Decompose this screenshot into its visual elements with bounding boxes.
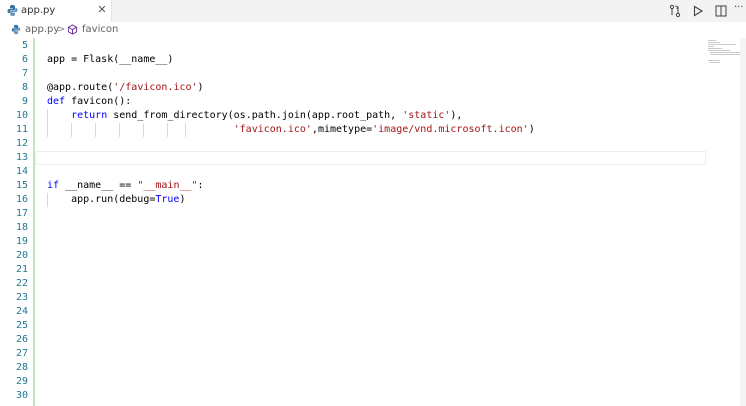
line-number: 21 <box>15 264 28 275</box>
string-token: 'image/vnd.microsoft.icon' <box>372 124 529 135</box>
code-line[interactable]: 13 <box>0 151 706 165</box>
code-line[interactable]: 28 <box>0 361 706 375</box>
code-line[interactable]: 16 app.run(debug=True) <box>0 193 706 207</box>
code-line[interactable]: 24 <box>0 305 706 319</box>
code-line[interactable]: 18 <box>0 221 706 235</box>
code-line[interactable]: 12 <box>0 137 706 151</box>
minimap-line <box>710 62 720 63</box>
code-line[interactable]: 21 <box>0 263 706 277</box>
more-actions-icon[interactable]: ··· <box>734 0 746 16</box>
line-number: 29 <box>15 376 28 387</box>
minimap-line <box>708 48 722 49</box>
code-line[interactable]: 19 <box>0 235 706 249</box>
code-line[interactable]: 5 <box>0 39 706 53</box>
keyword-token: return <box>71 110 108 121</box>
keyword-token: if <box>47 180 60 191</box>
line-number: 11 <box>15 124 28 135</box>
line-number: 27 <box>15 348 28 359</box>
line-number: 5 <box>21 40 28 51</box>
string-token: 'favicon.ico' <box>233 124 312 135</box>
code-line[interactable]: 10 return send_from_directory(os.path.jo… <box>0 109 706 123</box>
line-number: 24 <box>15 306 28 317</box>
line-number: 28 <box>15 362 28 373</box>
code-text: @app.route('/favicon.ico') <box>47 82 204 93</box>
code-line[interactable]: 30 <box>0 389 706 403</box>
line-number: 15 <box>15 180 28 191</box>
line-number: 12 <box>15 138 28 149</box>
close-icon[interactable]: ✕ <box>96 3 108 17</box>
minimap-line <box>708 40 716 41</box>
code-line[interactable]: 17 <box>0 207 706 221</box>
string-token: '/favicon.ico' <box>113 82 198 93</box>
python-file-icon <box>7 5 18 16</box>
code-text: def favicon(): <box>47 96 132 107</box>
minimap-line <box>710 52 740 53</box>
line-number: 18 <box>15 222 28 233</box>
code-line[interactable]: 9 def favicon(): <box>0 95 706 109</box>
source-control-compare-icon[interactable] <box>668 3 684 19</box>
code-line[interactable]: 25 <box>0 319 706 333</box>
code-text: app.run(debug=True) <box>47 194 186 205</box>
line-number: 13 <box>15 152 28 163</box>
line-number: 8 <box>21 82 28 93</box>
line-number: 7 <box>21 68 28 79</box>
minimap-line <box>708 42 720 43</box>
line-number: 17 <box>15 208 28 219</box>
line-number: 26 <box>15 334 28 345</box>
string-token: 'static' <box>402 110 451 121</box>
keyword-token: True <box>155 194 180 205</box>
tab-label: app.py <box>21 5 56 16</box>
code-text: if __name__ == "__main__": <box>47 180 204 191</box>
code-line[interactable]: 15 if __name__ == "__main__": <box>0 179 706 193</box>
code-text: return send_from_directory(os.path.join(… <box>71 110 463 121</box>
line-number: 19 <box>15 236 28 247</box>
code-text: app = Flask(__name__) <box>47 54 174 65</box>
breadcrumb-separator: > <box>57 24 66 35</box>
code-line[interactable]: 7 <box>0 67 706 81</box>
editor-window: app.py ✕ ··· app.py > favicon 5 6 app = … <box>0 0 746 406</box>
symbol-method-icon <box>67 24 78 35</box>
minimap-line <box>708 46 714 47</box>
line-number: 30 <box>15 390 28 401</box>
code-line[interactable]: 6 app = Flask(__name__) <box>0 53 706 67</box>
line-number: 16 <box>15 194 28 205</box>
code-line[interactable]: 20 <box>0 249 706 263</box>
python-file-icon <box>11 24 21 35</box>
code-line[interactable]: 26 <box>0 333 706 347</box>
breadcrumb: app.py > favicon <box>0 22 746 38</box>
line-number: 25 <box>15 320 28 331</box>
line-number: 20 <box>15 250 28 261</box>
tab-app-py[interactable]: app.py ✕ <box>0 0 112 22</box>
minimap-line <box>710 54 740 55</box>
tab-bar: app.py ✕ ··· <box>0 0 746 22</box>
code-line[interactable]: 8 @app.route('/favicon.ico') <box>0 81 706 95</box>
line-number: 23 <box>15 292 28 303</box>
minimap-line <box>708 44 736 45</box>
line-number: 10 <box>15 110 28 121</box>
breadcrumb-symbol[interactable]: favicon <box>82 23 118 36</box>
code-line[interactable]: 14 <box>0 165 706 179</box>
code-line[interactable]: 11 'favicon.ico',mimetype='image/vnd.mic… <box>0 123 706 137</box>
vertical-scrollbar[interactable] <box>740 38 746 406</box>
line-number: 9 <box>21 96 28 107</box>
line-number: 6 <box>21 54 28 65</box>
run-icon[interactable] <box>691 3 707 19</box>
line-number: 22 <box>15 278 28 289</box>
minimap-line <box>708 50 730 51</box>
keyword-token: def <box>47 96 66 107</box>
code-line[interactable]: 22 <box>0 277 706 291</box>
line-number: 14 <box>15 166 28 177</box>
code-editor[interactable]: 5 6 app = Flask(__name__) 7 8 @app.route… <box>0 38 746 406</box>
split-editor-icon[interactable] <box>714 3 730 19</box>
string-token: "__main__" <box>137 180 198 191</box>
code-text: 'favicon.ico',mimetype='image/vnd.micros… <box>233 124 535 135</box>
minimap-line <box>708 60 720 61</box>
code-line[interactable]: 29 <box>0 375 706 389</box>
code-line[interactable]: 27 <box>0 347 706 361</box>
breadcrumb-file[interactable]: app.py <box>25 23 59 36</box>
code-line[interactable]: 23 <box>0 291 706 305</box>
